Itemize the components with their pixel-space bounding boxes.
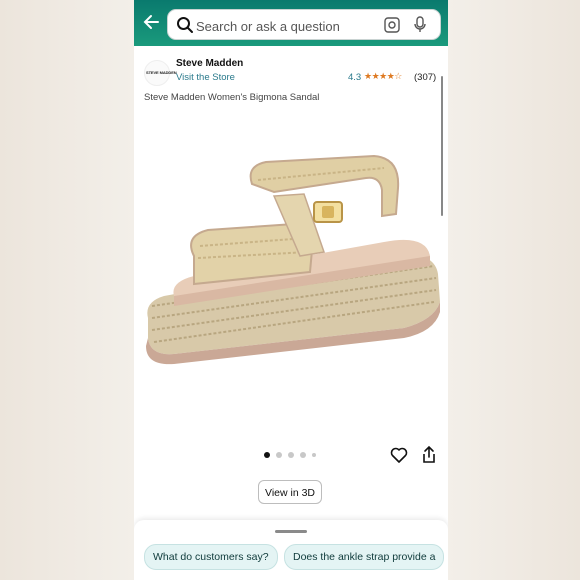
carousel-dot[interactable]: [312, 453, 316, 457]
carousel-dot[interactable]: [300, 452, 306, 458]
carousel-dot[interactable]: [276, 452, 282, 458]
carousel-dot[interactable]: [264, 452, 270, 458]
share-icon[interactable]: [421, 445, 437, 464]
product-title: Steve Madden Women's Bigmona Sandal: [144, 92, 320, 103]
visit-store-link[interactable]: Visit the Store: [176, 72, 235, 83]
brand-logo: STEVE MADDEN: [144, 60, 177, 86]
carousel-dot[interactable]: [288, 452, 294, 458]
suggestion-chip[interactable]: Does the ankle strap provide a: [284, 544, 445, 570]
rating-value[interactable]: 4.3: [348, 72, 361, 83]
product-image[interactable]: [134, 106, 448, 436]
suggestions-sheet: What do customers say? Does the ankle st…: [134, 520, 448, 580]
seller-row: STEVE MADDEN Steve Madden Visit the Stor…: [134, 52, 448, 90]
rating-count[interactable]: (307): [414, 72, 436, 83]
heart-icon[interactable]: [390, 446, 408, 464]
view-in-3d-button[interactable]: View in 3D: [258, 480, 322, 504]
sandal-image: [146, 154, 441, 365]
background-right: [448, 0, 580, 580]
brand-name: Steve Madden: [176, 58, 244, 69]
background-left: [0, 0, 134, 580]
search-input[interactable]: [194, 14, 378, 38]
sheet-handle[interactable]: [275, 530, 307, 533]
star-rating[interactable]: ★★★★☆: [364, 71, 402, 82]
back-arrow-icon[interactable]: [142, 12, 162, 32]
camera-icon[interactable]: [384, 17, 400, 33]
search-bar[interactable]: [167, 9, 441, 40]
app-screen: STEVE MADDEN Steve Madden Visit the Stor…: [134, 0, 448, 580]
search-icon: [177, 17, 193, 33]
header-bar: [134, 0, 448, 46]
suggestion-chip[interactable]: What do customers say?: [144, 544, 278, 570]
scrollbar[interactable]: [441, 76, 443, 216]
microphone-icon[interactable]: [414, 16, 426, 34]
brand-logo-text: STEVE MADDEN: [146, 70, 177, 75]
